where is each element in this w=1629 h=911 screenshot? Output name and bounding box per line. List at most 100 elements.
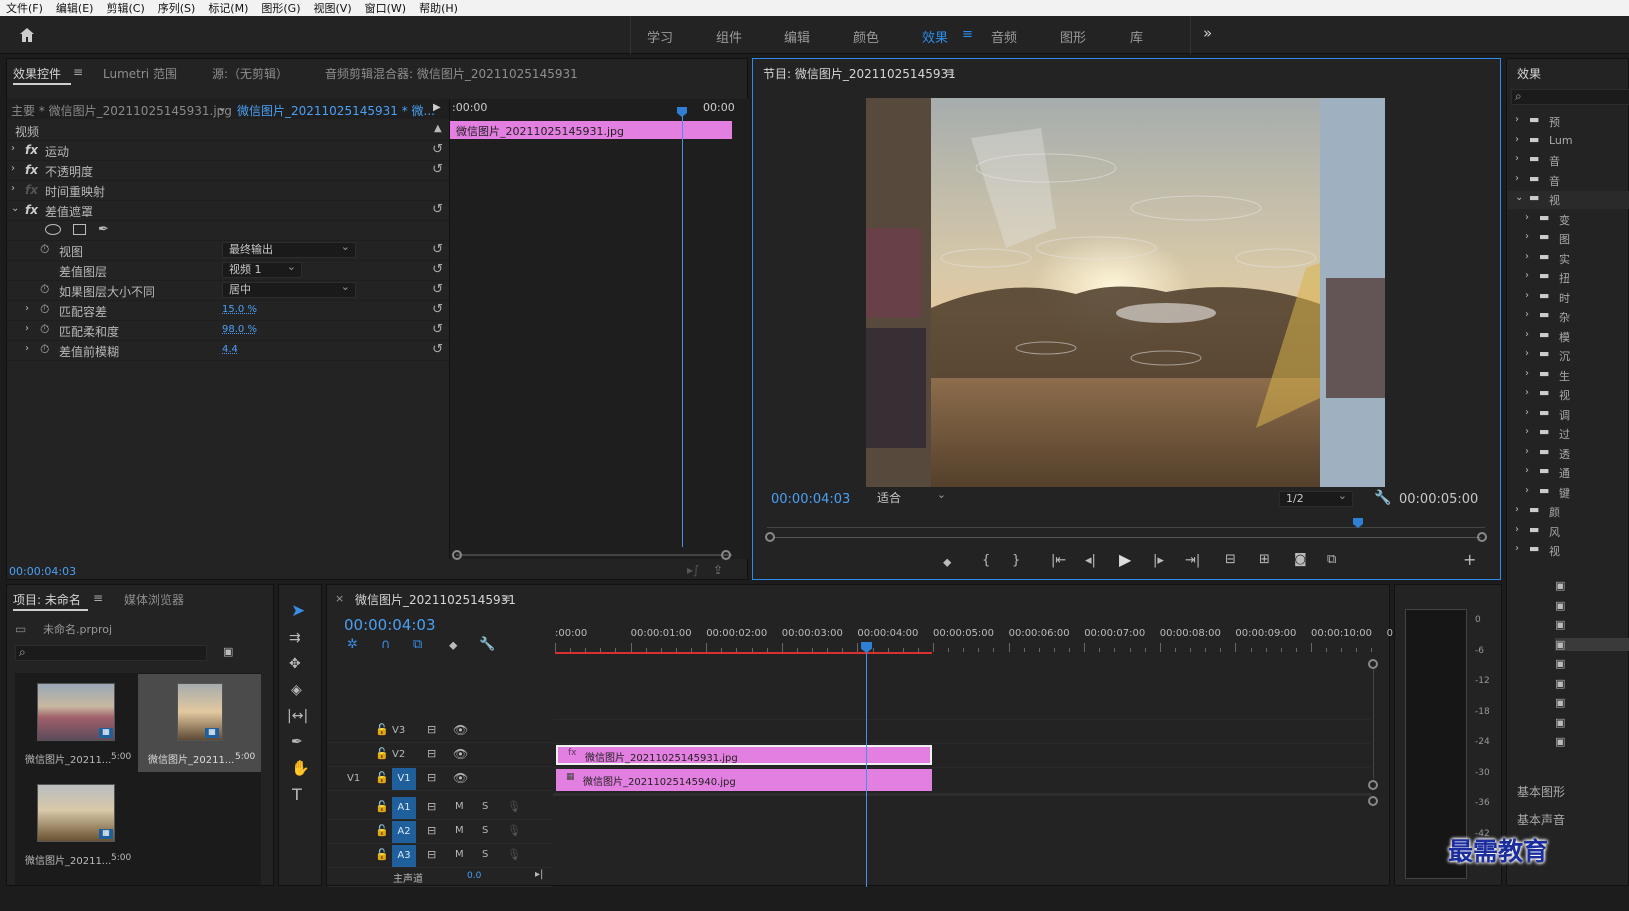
play-icon[interactable]: ▶ bbox=[1119, 552, 1131, 568]
pen-mask-icon[interactable]: ✒ bbox=[98, 222, 109, 237]
workspace-tab[interactable]: 库 bbox=[1130, 27, 1143, 46]
mic-icon[interactable]: 🎙 bbox=[507, 824, 521, 837]
chevron-icon[interactable]: › bbox=[1515, 134, 1519, 145]
chevron-icon[interactable]: › bbox=[1525, 465, 1529, 476]
effect-clip-bar[interactable]: 微信图片_20211025145931.jpg bbox=[450, 121, 732, 139]
track-target[interactable]: V3 bbox=[392, 725, 405, 736]
preset-item-icon[interactable]: ▣ bbox=[1555, 696, 1565, 709]
go-to-end-icon[interactable]: ▸| bbox=[535, 869, 543, 880]
fit-dropdown[interactable]: 适合 bbox=[871, 488, 951, 507]
comparison-view-icon[interactable]: ⧉ bbox=[1327, 553, 1336, 566]
lock-icon[interactable]: 🔓 bbox=[375, 747, 389, 760]
param-dropdown[interactable]: 最终输出 bbox=[222, 240, 356, 258]
workspace-tab[interactable]: 组件 bbox=[716, 27, 742, 46]
go-to-out-icon[interactable]: ⇥| bbox=[1185, 554, 1200, 567]
fx-icon[interactable]: fx bbox=[25, 163, 38, 177]
program-timecode[interactable]: 00:00:04:03 bbox=[771, 492, 850, 507]
lock-icon[interactable]: 🔓 bbox=[375, 800, 389, 813]
time-ruler[interactable]: :00:00 00:00:01:00 00:00:02:00 00:00:03:00 0… bbox=[555, 625, 1393, 655]
effects-tree-item[interactable]: › ▬ 时 bbox=[1507, 289, 1629, 307]
expand-icon[interactable]: › bbox=[25, 343, 29, 354]
chevron-icon[interactable]: › bbox=[1525, 426, 1529, 437]
effects-tree-item[interactable]: › ▬ 杂 bbox=[1507, 308, 1629, 326]
workspace-tab[interactable]: 效果 bbox=[922, 27, 948, 46]
effects-tree-item[interactable]: › ▬ 沉 bbox=[1507, 347, 1629, 365]
menu-item[interactable]: 序列(S) bbox=[158, 0, 196, 16]
effect-row[interactable]: ⌄ fx 差值遮罩 ↺ bbox=[7, 201, 449, 221]
chevron-icon[interactable]: › bbox=[1525, 407, 1529, 418]
lock-icon[interactable]: 🔓 bbox=[375, 824, 389, 837]
mic-icon[interactable]: 🎙 bbox=[507, 848, 521, 861]
clip-selector[interactable]: 微信图片_20211025145931 * 微... bbox=[237, 102, 435, 119]
track-target[interactable]: A1 bbox=[392, 797, 416, 819]
filter-icon[interactable]: ▸∫ bbox=[687, 563, 699, 577]
effects-tree-item[interactable]: › ▬ 变 bbox=[1507, 211, 1629, 229]
project-search-input[interactable] bbox=[15, 645, 207, 661]
effects-tree-item[interactable]: › ▬ 音 bbox=[1507, 172, 1629, 190]
work-area-bar[interactable] bbox=[555, 652, 932, 654]
close-icon[interactable]: × bbox=[335, 592, 344, 605]
expand-icon[interactable]: › bbox=[11, 143, 15, 154]
chevron-icon[interactable]: › bbox=[1515, 114, 1519, 125]
effects-tree-item[interactable]: › ▬ 过 bbox=[1507, 425, 1629, 443]
tab-source[interactable]: 源:（无剪辑） bbox=[212, 65, 288, 82]
param-dropdown[interactable]: 居中 bbox=[222, 280, 356, 298]
effects-tree-item[interactable]: › ▬ 透 bbox=[1507, 445, 1629, 463]
preset-item-icon[interactable]: ▣ bbox=[1555, 677, 1565, 690]
track-target[interactable]: A3 bbox=[392, 845, 416, 867]
master-dropdown-icon[interactable]: ⌄ bbox=[217, 100, 227, 114]
scrub-ruler[interactable] bbox=[767, 520, 1485, 528]
effects-tree-item[interactable]: › ▬ 预 bbox=[1507, 113, 1629, 131]
sequence-tab[interactable]: 微信图片_20211025145931 bbox=[355, 591, 516, 608]
mute-button[interactable]: M bbox=[455, 801, 464, 812]
effects-tree-item[interactable]: › ▬ 视 bbox=[1507, 386, 1629, 404]
clip-v1[interactable]: ▦ 微信图片_20211025145940.jpg bbox=[556, 769, 932, 791]
effects-tree-item[interactable]: › ▬ 调 bbox=[1507, 406, 1629, 424]
ellipse-mask-icon[interactable] bbox=[45, 224, 61, 235]
chevron-icon[interactable]: › bbox=[1525, 446, 1529, 457]
mini-zoom-left[interactable] bbox=[452, 550, 462, 560]
effects-tree-item[interactable]: › ▬ 生 bbox=[1507, 367, 1629, 385]
mark-in-icon[interactable]: { bbox=[982, 554, 990, 567]
eye-icon[interactable]: 👁 bbox=[453, 771, 468, 785]
lock-icon[interactable]: 🔓 bbox=[375, 848, 389, 861]
mute-button[interactable]: M bbox=[455, 849, 464, 860]
effects-tree-item[interactable]: › ▬ 实 bbox=[1507, 250, 1629, 268]
stopwatch-icon[interactable]: ⏱ bbox=[40, 342, 49, 357]
go-to-in-icon[interactable]: |⇤ bbox=[1051, 554, 1066, 567]
chevron-icon[interactable]: › bbox=[1525, 348, 1529, 359]
menu-item[interactable]: 编辑(E) bbox=[56, 0, 94, 16]
eye-icon[interactable]: 👁 bbox=[453, 747, 468, 761]
menu-item[interactable]: 帮助(H) bbox=[419, 0, 458, 16]
menu-item[interactable]: 视图(V) bbox=[314, 0, 352, 16]
snap-icon[interactable]: ∩ bbox=[381, 638, 391, 651]
essential-sound-label[interactable]: 基本声音 bbox=[1517, 811, 1565, 828]
fx-icon[interactable]: fx bbox=[25, 143, 38, 157]
effect-row[interactable]: › fx 时间重映射 bbox=[7, 181, 449, 201]
lock-icon[interactable]: 🔓 bbox=[375, 771, 389, 784]
mic-icon[interactable]: 🎙 bbox=[507, 800, 521, 813]
expand-icon[interactable]: ⌄ bbox=[11, 203, 19, 214]
panel-menu-icon[interactable]: ≡ bbox=[501, 591, 511, 605]
source-patch[interactable]: V1 bbox=[347, 773, 360, 784]
expand-timeline-icon[interactable]: ▶ bbox=[433, 102, 441, 113]
selection-tool-icon[interactable]: ➤ bbox=[291, 603, 305, 620]
param-dropdown[interactable]: 视频 1 bbox=[222, 260, 302, 278]
expand-icon[interactable]: › bbox=[11, 183, 15, 194]
slip-tool-icon[interactable]: |↔| bbox=[287, 709, 308, 723]
reset-icon[interactable]: ↺ bbox=[432, 242, 443, 257]
lock-icon[interactable]: 🔓 bbox=[375, 723, 389, 736]
track-target[interactable]: A2 bbox=[392, 821, 416, 843]
master-track-level[interactable]: 0.0 bbox=[467, 871, 481, 881]
add-marker-icon[interactable]: ⬥ bbox=[449, 639, 457, 651]
effects-tree-item[interactable]: › ▬ 图 bbox=[1507, 230, 1629, 248]
reset-icon[interactable]: ↺ bbox=[432, 202, 443, 217]
preset-item-icon[interactable]: ▣ bbox=[1555, 599, 1565, 612]
add-marker-icon[interactable]: ⬥ bbox=[943, 556, 951, 568]
preset-item-icon[interactable]: ▣ bbox=[1555, 716, 1565, 729]
solo-button[interactable]: S bbox=[482, 849, 488, 860]
sync-lock-icon[interactable]: ⊟ bbox=[427, 723, 436, 736]
nest-icon[interactable]: ✲ bbox=[347, 638, 358, 651]
chevron-icon[interactable]: › bbox=[1525, 251, 1529, 262]
preset-item-icon[interactable]: ▣ bbox=[1555, 657, 1565, 670]
